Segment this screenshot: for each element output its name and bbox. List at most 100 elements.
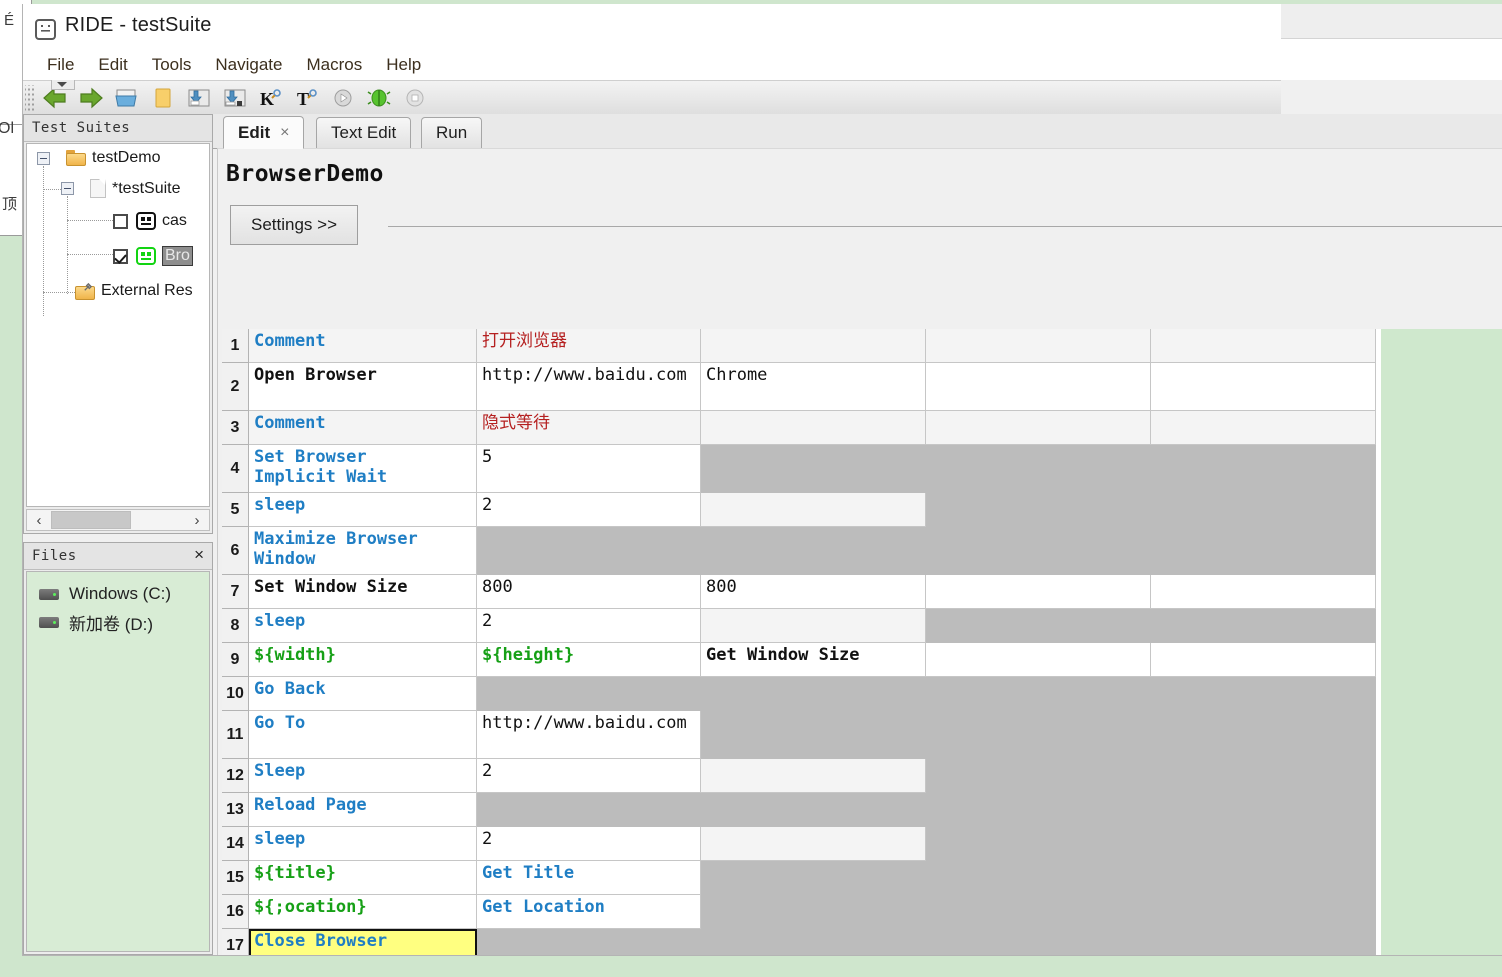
grid-cell[interactable]: [926, 827, 1151, 861]
grid-cell[interactable]: sleep: [249, 493, 477, 527]
menu-item-tools[interactable]: Tools: [140, 53, 204, 77]
grid-cell[interactable]: [1151, 861, 1376, 895]
grid-cell[interactable]: [701, 677, 926, 711]
grid-cell[interactable]: [477, 677, 701, 711]
table-row[interactable]: 2 Open Browser http://www.baidu.com Chrome: [222, 363, 1502, 411]
menu-item-help[interactable]: Help: [374, 53, 433, 77]
table-row[interactable]: 12 Sleep 2: [222, 759, 1502, 793]
scroll-right-arrow[interactable]: ›: [185, 512, 209, 529]
scrollbar-thumb[interactable]: [51, 511, 131, 529]
table-row[interactable]: 16 ${;ocation} Get Location: [222, 895, 1502, 929]
grid-cell[interactable]: [1151, 609, 1376, 643]
menu-item-file[interactable]: File: [35, 53, 86, 77]
debug-icon[interactable]: [361, 83, 397, 113]
settings-button[interactable]: Settings >>: [230, 205, 359, 245]
grid-cell[interactable]: [701, 445, 926, 493]
grid-cell[interactable]: 隐式等待: [477, 411, 701, 445]
toolbar-drag-handle[interactable]: [51, 80, 75, 90]
grid-cell[interactable]: 2: [477, 493, 701, 527]
grid-cell[interactable]: [477, 527, 701, 575]
grid-cell[interactable]: [1151, 411, 1376, 445]
grid-cell[interactable]: Comment: [249, 329, 477, 363]
grid-cell[interactable]: [926, 793, 1151, 827]
grid-cell[interactable]: 800: [477, 575, 701, 609]
grid-cell[interactable]: ${width}: [249, 643, 477, 677]
save-all-icon[interactable]: [217, 83, 253, 113]
grid-cell[interactable]: [926, 929, 1151, 955]
grid-cell[interactable]: [1151, 929, 1376, 955]
grid-cell[interactable]: Get Title: [477, 861, 701, 895]
collapse-box-testdemo[interactable]: [37, 151, 50, 165]
test-steps-grid[interactable]: 1 Comment 打开浏览器 2 Open Browser http://www.bai…: [222, 329, 1502, 955]
grid-cell[interactable]: [701, 861, 926, 895]
menu-item-navigate[interactable]: Navigate: [203, 53, 294, 77]
table-row[interactable]: 17 Close Browser: [222, 929, 1502, 955]
grid-cell[interactable]: Get Window Size: [701, 643, 926, 677]
table-row[interactable]: 4 Set Browser Implicit Wait 5: [222, 445, 1502, 493]
grid-cell[interactable]: 2: [477, 609, 701, 643]
grid-cell[interactable]: [926, 895, 1151, 929]
grid-cell[interactable]: [1151, 445, 1376, 493]
scroll-left-arrow[interactable]: ‹: [27, 512, 51, 529]
grid-cell[interactable]: 5: [477, 445, 701, 493]
search-tests-icon[interactable]: T: [289, 83, 325, 113]
table-row[interactable]: 11 Go To http://www.baidu.com: [222, 711, 1502, 759]
grid-cell[interactable]: [701, 793, 926, 827]
grid-cell[interactable]: [926, 575, 1151, 609]
tree-node-testsuite[interactable]: *testSuite: [61, 179, 180, 198]
grid-cell[interactable]: [701, 527, 926, 575]
grid-cell[interactable]: [926, 329, 1151, 363]
table-row[interactable]: 9 ${width} ${height} Get Window Size: [222, 643, 1502, 677]
tab-run[interactable]: Run: [421, 117, 483, 148]
grid-cell[interactable]: Set Browser Implicit Wait: [249, 445, 477, 493]
stop-icon[interactable]: [397, 83, 433, 113]
grid-cell[interactable]: [1151, 527, 1376, 575]
grid-cell[interactable]: [1151, 895, 1376, 929]
grid-cell[interactable]: Open Browser: [249, 363, 477, 411]
grid-cell[interactable]: [1151, 677, 1376, 711]
list-item[interactable]: Windows (C:): [27, 580, 209, 608]
grid-cell[interactable]: [701, 411, 926, 445]
grid-cell[interactable]: Go To: [249, 711, 477, 759]
grid-cell[interactable]: http://www.baidu.com: [477, 711, 701, 759]
menu-item-macros[interactable]: Macros: [295, 53, 375, 77]
table-row[interactable]: 3 Comment 隐式等待: [222, 411, 1502, 445]
grid-cell[interactable]: [926, 493, 1151, 527]
grid-cell[interactable]: Reload Page: [249, 793, 477, 827]
grid-cell[interactable]: 2: [477, 759, 701, 793]
grid-cell[interactable]: [701, 759, 926, 793]
grid-cell[interactable]: ${title}: [249, 861, 477, 895]
tab-text-edit[interactable]: Text Edit: [316, 117, 412, 148]
grid-cell[interactable]: http://www.baidu.com: [477, 363, 701, 411]
grid-cell[interactable]: [477, 793, 701, 827]
toolbar-grip[interactable]: [25, 85, 35, 111]
grid-cell[interactable]: Chrome: [701, 363, 926, 411]
grid-cell[interactable]: ${height}: [477, 643, 701, 677]
table-row[interactable]: 6 Maximize Browser Window: [222, 527, 1502, 575]
grid-cell[interactable]: [926, 363, 1151, 411]
grid-cell[interactable]: [1151, 493, 1376, 527]
grid-cell[interactable]: [701, 711, 926, 759]
grid-cell[interactable]: Comment: [249, 411, 477, 445]
table-row[interactable]: 15 ${title} Get Title: [222, 861, 1502, 895]
test-suites-tree[interactable]: testDemo *testSuite cas Bro External Res: [26, 143, 210, 507]
checkbox-case[interactable]: [113, 213, 128, 229]
grid-cell[interactable]: [701, 329, 926, 363]
grid-cell[interactable]: [1151, 329, 1376, 363]
grid-cell[interactable]: ${;ocation}: [249, 895, 477, 929]
grid-cell[interactable]: [926, 861, 1151, 895]
tree-node-case[interactable]: cas: [113, 212, 187, 230]
grid-cell[interactable]: [926, 609, 1151, 643]
new-file-icon[interactable]: [145, 83, 181, 113]
grid-cell[interactable]: [701, 609, 926, 643]
close-icon[interactable]: ×: [280, 124, 289, 142]
grid-cell[interactable]: [701, 895, 926, 929]
list-item[interactable]: 新加卷 (D:): [27, 608, 209, 636]
files-list[interactable]: Windows (C:) 新加卷 (D:): [26, 571, 210, 952]
grid-cell[interactable]: [926, 759, 1151, 793]
run-icon[interactable]: [325, 83, 361, 113]
grid-cell[interactable]: [701, 827, 926, 861]
tree-node-browserdemo[interactable]: Bro: [113, 246, 193, 266]
grid-cell[interactable]: Go Back: [249, 677, 477, 711]
table-row[interactable]: 1 Comment 打开浏览器: [222, 329, 1502, 363]
